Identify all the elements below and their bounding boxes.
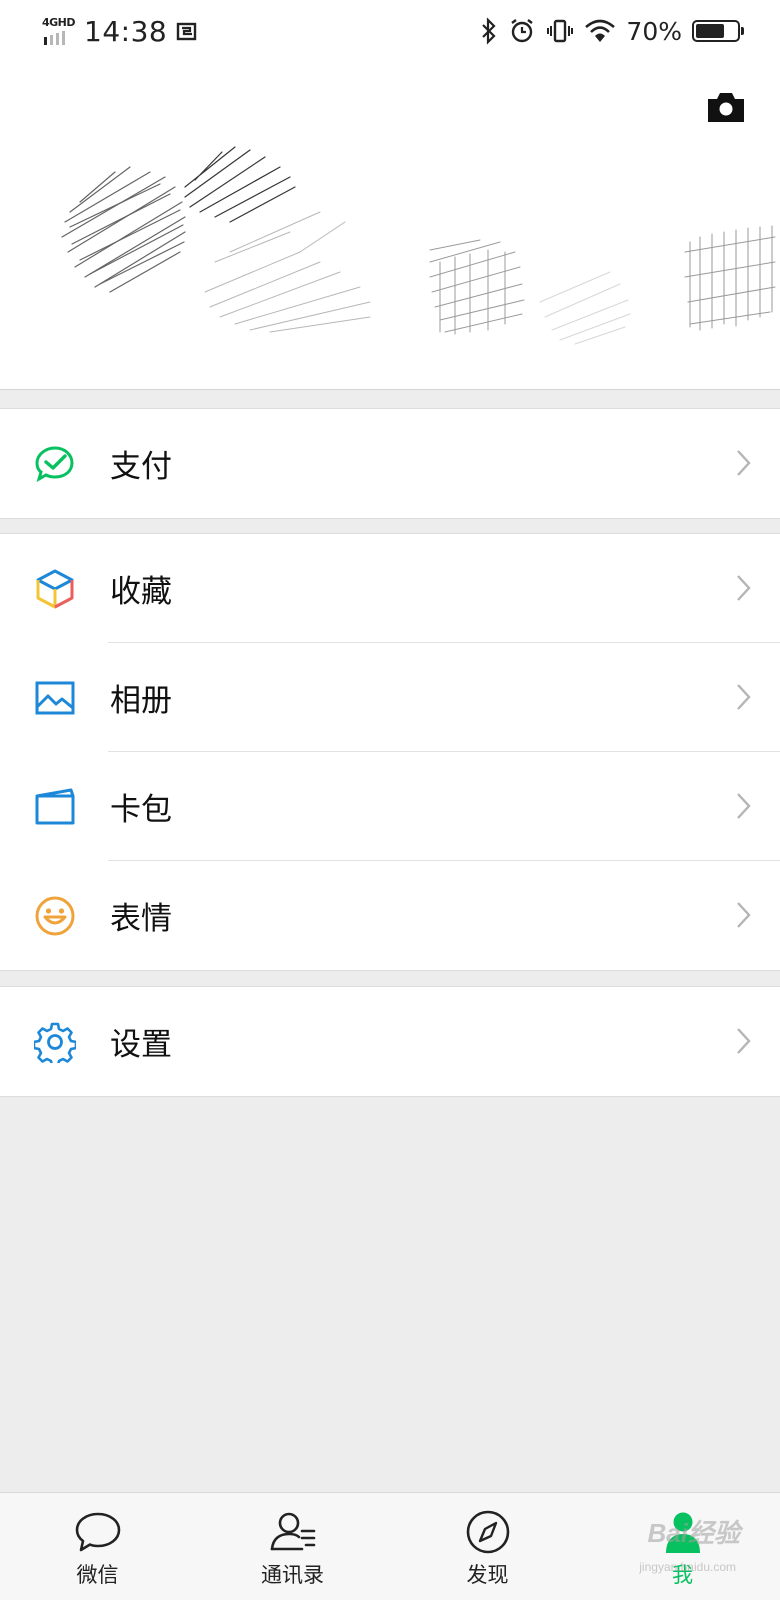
signal-bars-icon bbox=[44, 31, 65, 45]
menu-item-settings[interactable]: 设置 bbox=[0, 987, 780, 1096]
menu-label-settings: 设置 bbox=[110, 1027, 172, 1063]
menu-label-album: 相册 bbox=[110, 683, 172, 719]
menu-label-stickers: 表情 bbox=[110, 901, 172, 937]
photo-icon bbox=[35, 681, 75, 715]
status-bar: 4GHD 14:38 70% bbox=[0, 0, 780, 62]
status-bar-right: 70% bbox=[480, 16, 744, 46]
menu-label-cards: 卡包 bbox=[110, 792, 172, 828]
compass-icon bbox=[466, 1510, 509, 1554]
menu-item-pay[interactable]: 支付 bbox=[0, 409, 780, 518]
bluetooth-icon bbox=[482, 17, 496, 45]
chat-bubble-icon bbox=[75, 1512, 120, 1552]
network-indicator: 4GHD bbox=[42, 16, 76, 46]
menu-label-favorites: 收藏 bbox=[110, 574, 172, 610]
cover-sketch-image bbox=[61, 146, 776, 345]
chevron-right-icon bbox=[737, 1028, 751, 1054]
tab-label-discover: 发现 bbox=[466, 1563, 509, 1587]
tab-discover[interactable]: 发现 bbox=[390, 1493, 585, 1600]
bottom-tab-bar: 微信 通讯录 发现 我 Bai经验 jingyan.baidu.com bbox=[0, 1492, 780, 1600]
watermark-logo: Bai经验 bbox=[647, 1518, 740, 1548]
chevron-right-icon bbox=[737, 575, 751, 601]
status-bar-left: 4GHD 14:38 bbox=[42, 15, 199, 48]
chevron-right-icon bbox=[737, 450, 751, 476]
wifi-icon bbox=[585, 19, 616, 42]
menu-item-cards[interactable]: 卡包 bbox=[0, 752, 780, 861]
vibrate-icon bbox=[547, 19, 574, 43]
contacts-icon bbox=[270, 1512, 315, 1551]
cube-icon bbox=[36, 569, 74, 609]
chevron-right-icon bbox=[737, 684, 751, 710]
tab-chats[interactable]: 微信 bbox=[0, 1493, 195, 1600]
tab-contacts[interactable]: 通讯录 bbox=[195, 1493, 390, 1600]
battery-percent: 70% bbox=[626, 16, 682, 46]
gear-icon bbox=[34, 1022, 76, 1063]
smiley-icon bbox=[35, 896, 75, 936]
battery-fill bbox=[696, 24, 724, 38]
tab-label-chats: 微信 bbox=[76, 1563, 119, 1587]
menu-item-stickers[interactable]: 表情 bbox=[0, 861, 780, 970]
menu-group-settings: 设置 bbox=[0, 986, 780, 1097]
battery-icon bbox=[692, 20, 744, 42]
alarm-icon bbox=[511, 19, 534, 43]
card-icon bbox=[35, 788, 75, 825]
screenshot-icon bbox=[177, 22, 197, 41]
profile-cover[interactable] bbox=[0, 62, 780, 390]
chevron-right-icon bbox=[737, 902, 751, 928]
tab-label-contacts: 通讯录 bbox=[261, 1563, 324, 1587]
menu-item-favorites[interactable]: 收藏 bbox=[0, 534, 780, 643]
menu-label-pay: 支付 bbox=[110, 449, 172, 485]
wechat-pay-icon bbox=[35, 446, 74, 483]
watermark-url: jingyan.baidu.com bbox=[639, 1560, 736, 1574]
camera-icon[interactable] bbox=[706, 90, 746, 124]
menu-group-main: 收藏 相册 卡包 表情 bbox=[0, 533, 780, 971]
menu-group-pay: 支付 bbox=[0, 408, 780, 519]
clock: 14:38 bbox=[84, 14, 168, 48]
chevron-right-icon bbox=[737, 793, 751, 819]
menu-item-album[interactable]: 相册 bbox=[0, 643, 780, 752]
network-label: 4GHD bbox=[42, 16, 76, 29]
